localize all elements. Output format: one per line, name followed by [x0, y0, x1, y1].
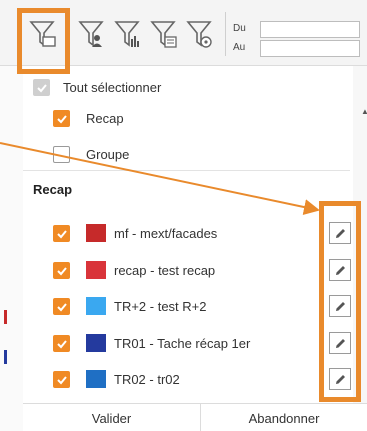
item-color-swatch — [86, 334, 106, 352]
scroll-up-icon[interactable]: ▲ — [361, 107, 367, 116]
date-from-input[interactable] — [260, 21, 360, 38]
left-background-strip — [0, 66, 23, 431]
section-divider — [23, 170, 350, 171]
group-title: Recap — [33, 182, 73, 197]
item-color-swatch — [86, 297, 106, 315]
option-groupe-label: Groupe — [86, 147, 130, 162]
filter-list-button[interactable] — [146, 8, 182, 60]
left-color-mark — [4, 350, 7, 364]
date-from-label: Du — [233, 23, 246, 34]
filter-person-button[interactable] — [74, 8, 110, 60]
filter-settings-button[interactable] — [182, 8, 218, 60]
left-color-mark — [4, 310, 7, 324]
item-checkbox[interactable] — [53, 335, 70, 352]
check-icon — [36, 83, 47, 92]
date-to-input[interactable] — [260, 40, 360, 57]
check-icon — [56, 114, 67, 123]
option-recap-label: Recap — [86, 111, 124, 126]
item-color-swatch — [86, 261, 106, 279]
filter-list-icon — [150, 21, 177, 48]
item-color-swatch — [86, 370, 106, 388]
item-checkbox[interactable] — [53, 371, 70, 388]
item-label: TR+2 - test R+2 — [114, 299, 207, 314]
highlight-box-edit-buttons — [319, 201, 361, 402]
item-color-swatch — [86, 224, 106, 242]
item-label: TR02 - tr02 — [114, 372, 180, 387]
check-icon — [56, 302, 67, 311]
panel-footer: Valider Abandonner — [23, 403, 367, 431]
item-checkbox[interactable] — [53, 298, 70, 315]
select-all-label: Tout sélectionner — [63, 80, 162, 95]
check-icon — [56, 229, 67, 238]
select-all-checkbox[interactable] — [33, 79, 50, 96]
check-icon — [56, 266, 67, 275]
filter-chart-icon — [114, 21, 140, 47]
item-label: recap - test recap — [114, 263, 216, 278]
highlight-box-filter — [17, 8, 70, 74]
filter-settings-icon — [186, 21, 212, 48]
check-icon — [56, 339, 67, 348]
item-checkbox[interactable] — [53, 225, 70, 242]
option-recap-checkbox[interactable] — [53, 110, 70, 127]
cancel-button[interactable]: Abandonner — [201, 404, 367, 431]
date-to-label: Au — [233, 42, 246, 53]
validate-button[interactable]: Valider — [23, 404, 200, 431]
toolbar-separator — [225, 12, 226, 56]
option-groupe-checkbox[interactable] — [53, 146, 70, 163]
filter-person-icon — [78, 21, 104, 47]
item-checkbox[interactable] — [53, 262, 70, 279]
item-label: TR01 - Tache récap 1er — [114, 336, 251, 351]
item-label: mf - mext/facades — [114, 226, 218, 241]
filter-chart-button[interactable] — [110, 8, 146, 60]
filter-panel — [23, 66, 367, 431]
check-icon — [56, 375, 67, 384]
